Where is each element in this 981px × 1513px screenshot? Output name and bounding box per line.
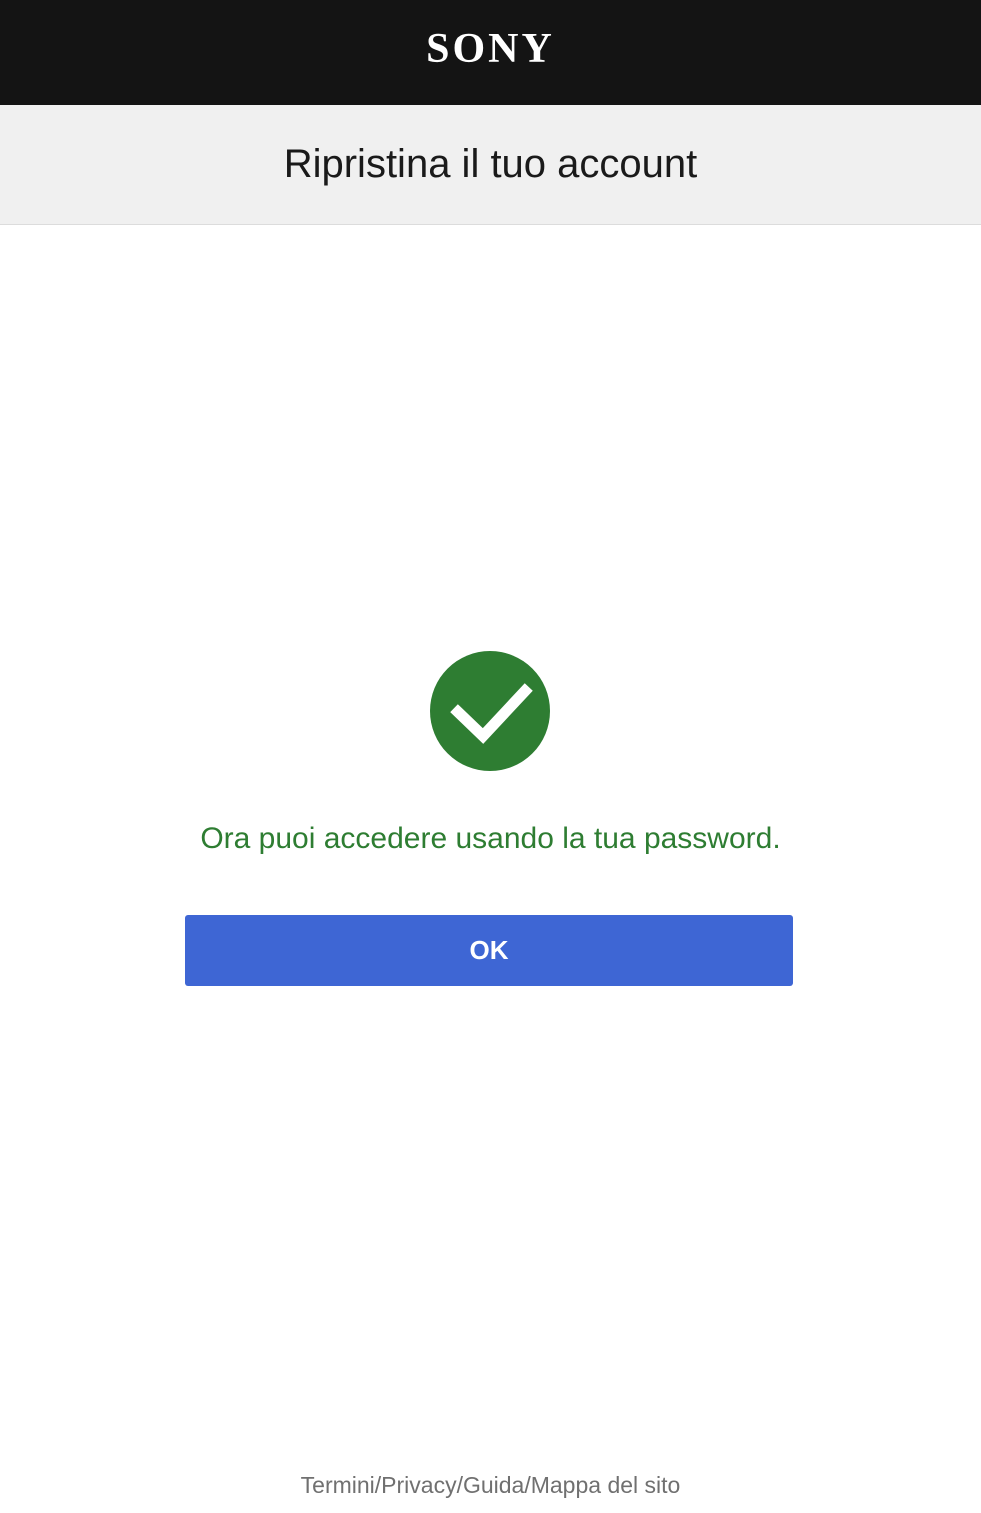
page-title: Ripristina il tuo account: [283, 142, 698, 186]
title-bar: Ripristina il tuo account: [0, 105, 981, 225]
ok-button[interactable]: OK: [185, 915, 793, 986]
success-message: Ora puoi accedere usando la tua password…: [200, 822, 781, 855]
checkmark-circle-icon: [430, 651, 550, 771]
footer-link-guida[interactable]: Guida: [463, 1472, 524, 1498]
footer-links: Termini/Privacy/Guida/Mappa del sito: [0, 1472, 981, 1499]
footer-link-privacy[interactable]: Privacy: [381, 1472, 456, 1498]
footer-link-mappa-del-sito[interactable]: Mappa del sito: [531, 1472, 681, 1498]
top-bar: SONY: [0, 0, 981, 105]
footer-link-termini[interactable]: Termini: [301, 1472, 375, 1498]
sony-logo: SONY: [426, 25, 555, 72]
